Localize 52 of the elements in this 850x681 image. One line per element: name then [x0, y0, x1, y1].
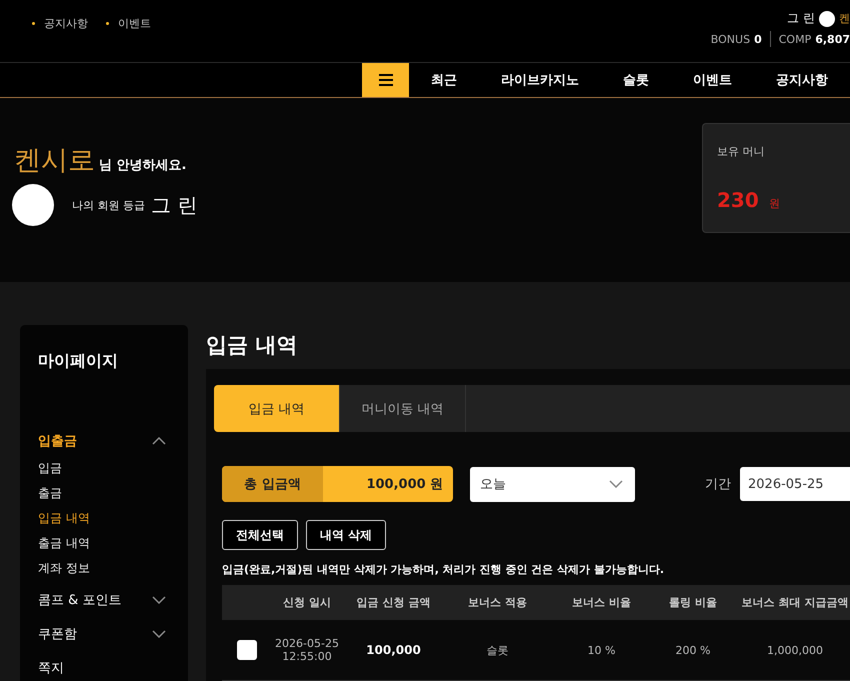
money-amount: 230 — [717, 188, 759, 212]
bonus-label: BONUS — [710, 32, 750, 46]
sidebar-title: 마이페이지 — [38, 351, 119, 372]
money-label: 보유 머니 — [717, 144, 766, 159]
sidebar-item[interactable]: 입출금 — [38, 426, 166, 456]
sidebar-subitem[interactable]: 입금 — [38, 456, 166, 481]
column-header: 입금 신청 금액 — [356, 595, 432, 610]
grade-value: 그 린 — [151, 192, 198, 218]
date-field[interactable]: 2026-05-25 — [740, 467, 850, 501]
user-grade: 그 린 — [787, 10, 815, 27]
comp-label: COMP — [778, 32, 812, 46]
sidebar-item[interactable]: 콤프 & 포인트 — [38, 585, 166, 615]
column-header: 보너스 적용 — [467, 595, 528, 610]
table-cell-text: 1,000,000 — [766, 644, 824, 656]
sidebar-subitem[interactable]: 입금 내역 — [38, 506, 166, 531]
page-title: 입금 내역 — [206, 332, 298, 359]
money-unit: 원 — [768, 196, 780, 211]
sidebar-item[interactable]: 쿠폰함 — [38, 619, 166, 649]
table-cell-text: 100,000 — [365, 643, 422, 657]
total-value: 100,000 원 — [365, 476, 444, 494]
sidebar-item[interactable]: 쪽지 — [38, 653, 166, 681]
action-button[interactable]: 내역 삭제 — [306, 520, 386, 550]
top-link[interactable]: 공지사항 — [32, 16, 88, 31]
top-link[interactable]: 이벤트 — [106, 16, 151, 31]
total-label: 총 입금액 — [222, 466, 323, 502]
notice-text: 입금(완료,거절)된 내역만 삭제가 가능하며, 처리가 진행 중인 건은 삭제가 불가능합니다. — [222, 562, 666, 577]
period-select[interactable]: 오늘 — [470, 466, 635, 502]
column-header: 보너스 비율 — [571, 595, 632, 610]
table-cell-text: 200 % — [674, 644, 712, 656]
tab[interactable]: 입금 내역 — [214, 385, 340, 432]
grade-label: 나의 회원 등급 — [72, 198, 145, 212]
sidebar-subitem[interactable]: 계좌 정보 — [38, 556, 166, 581]
user-name: 켄 — [839, 11, 850, 26]
table-cell-text: 2026-05-25 12:55:00 — [274, 637, 340, 663]
sidebar-subitem[interactable]: 출금 — [38, 481, 166, 506]
nav-item[interactable]: 공지사항 — [754, 63, 850, 97]
column-header: 롤링 비율 — [668, 595, 718, 610]
nav-item[interactable]: 이벤트 — [671, 63, 754, 97]
table-cell-text: 슬롯 — [486, 642, 510, 658]
column-header: 보너스 최대 지급금액 — [740, 595, 850, 610]
period-label: 기간 — [705, 476, 731, 493]
action-button[interactable]: 전체선택 — [222, 520, 298, 550]
bonus-value: 0 — [754, 32, 762, 46]
greeting-text: 님 안녕하세요. — [99, 157, 186, 174]
nav-item[interactable]: 최근 — [409, 63, 479, 97]
column-header: 신청 일시 — [282, 595, 332, 610]
nav-item[interactable]: 슬롯 — [601, 63, 671, 97]
nav-item[interactable]: 라이브카지노 — [479, 63, 601, 97]
table-cell-text: 10 % — [586, 644, 616, 656]
comp-value: 6,807 — [815, 32, 850, 46]
sidebar-subitem[interactable]: 출금 내역 — [38, 531, 166, 556]
user-name: 켄시로 — [14, 144, 95, 178]
